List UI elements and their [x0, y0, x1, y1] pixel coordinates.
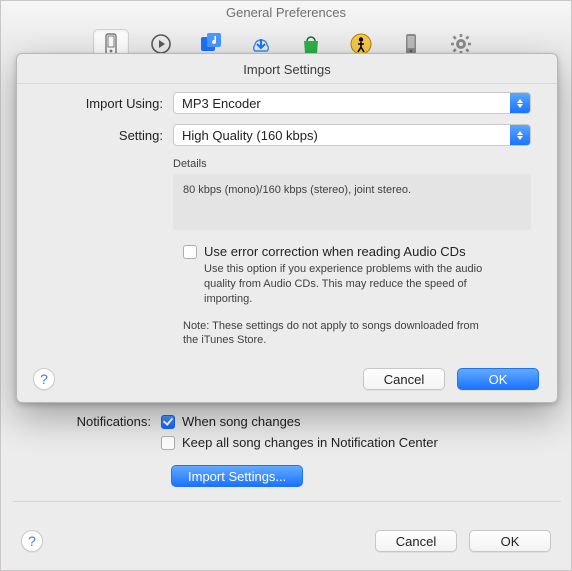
divider: [13, 501, 561, 502]
keep-all-changes-checkbox[interactable]: [161, 436, 175, 450]
sheet-cancel-button[interactable]: Cancel: [363, 368, 445, 390]
import-using-select[interactable]: MP3 Encoder: [173, 92, 531, 114]
chevron-updown-icon: [510, 125, 530, 145]
sheet-button-bar: Cancel OK: [363, 368, 539, 390]
import-settings-sheet: Import Settings Import Using: MP3 Encode…: [16, 53, 558, 403]
when-song-changes-label: When song changes: [182, 414, 301, 429]
import-using-value: MP3 Encoder: [174, 96, 510, 111]
notifications-label: Notifications:: [1, 414, 161, 429]
error-correction-hint: Use this option if you experience proble…: [204, 262, 504, 307]
preferences-window: General Preferences Notifications:: [0, 0, 572, 571]
error-correction-checkbox[interactable]: [183, 245, 197, 259]
setting-select[interactable]: High Quality (160 kbps): [173, 124, 531, 146]
sheet-title: Import Settings: [17, 54, 557, 84]
help-button[interactable]: ?: [21, 530, 43, 552]
sheet-help-button[interactable]: ?: [33, 368, 55, 390]
when-song-changes-checkbox[interactable]: [161, 415, 175, 429]
background-content: Notifications: When song changes Keep al…: [1, 411, 572, 502]
error-correction-label: Use error correction when reading Audio …: [204, 244, 466, 259]
window-title: General Preferences: [1, 1, 571, 23]
import-settings-button[interactable]: Import Settings...: [171, 465, 303, 487]
window-button-bar: Cancel OK: [375, 530, 551, 552]
details-heading: Details: [173, 158, 531, 170]
keep-all-changes-label: Keep all song changes in Notification Ce…: [182, 435, 438, 450]
window-ok-button[interactable]: OK: [469, 530, 551, 552]
setting-label: Setting:: [43, 128, 173, 143]
setting-value: High Quality (160 kbps): [174, 128, 510, 143]
chevron-updown-icon: [510, 93, 530, 113]
import-using-label: Import Using:: [43, 96, 173, 111]
details-box: 80 kbps (mono)/160 kbps (stereo), joint …: [173, 174, 531, 230]
window-cancel-button[interactable]: Cancel: [375, 530, 457, 552]
sheet-ok-button[interactable]: OK: [457, 368, 539, 390]
store-note: Note: These settings do not apply to son…: [183, 319, 483, 349]
